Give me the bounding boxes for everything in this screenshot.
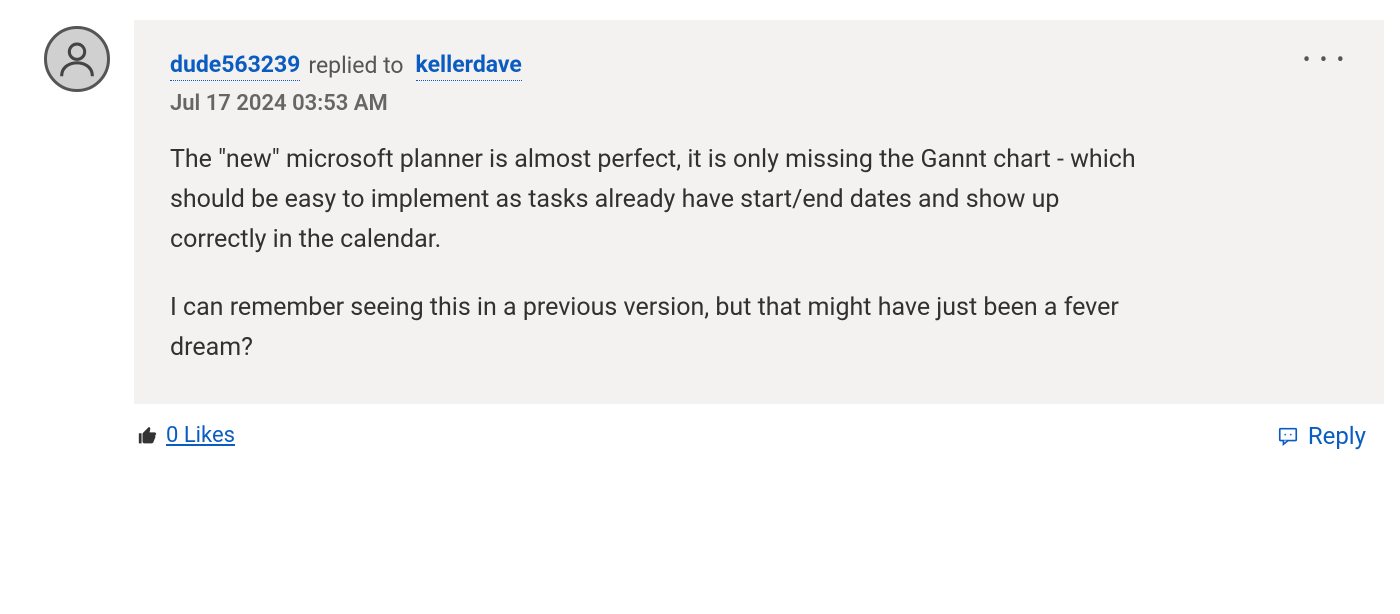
comment-footer: 0 Likes Reply	[134, 404, 1384, 454]
likes-group: 0 Likes	[136, 423, 235, 448]
more-menu-button[interactable]: • • •	[1299, 46, 1350, 76]
comment-container: • • • dude563239 replied to kellerdave J…	[16, 20, 1384, 454]
avatar-wrapper	[16, 20, 110, 92]
comment-paragraph: I can remember seeing this in a previous…	[170, 288, 1150, 368]
comment-body: • • • dude563239 replied to kellerdave J…	[134, 20, 1384, 404]
reply-label: Reply	[1308, 422, 1366, 450]
comment-paragraph: The "new" microsoft planner is almost pe…	[170, 140, 1150, 260]
reply-button[interactable]: Reply	[1276, 422, 1366, 450]
comment-text: The "new" microsoft planner is almost pe…	[170, 140, 1150, 368]
comment-header: dude563239 replied to kellerdave	[170, 50, 1348, 81]
timestamp: Jul 17 2024 03:53 AM	[170, 91, 1348, 116]
author-link[interactable]: dude563239	[170, 50, 300, 81]
comment-main: • • • dude563239 replied to kellerdave J…	[134, 20, 1384, 454]
person-icon	[54, 36, 100, 82]
reply-icon	[1276, 424, 1300, 448]
ellipsis-icon: • • •	[1303, 48, 1346, 73]
likes-link[interactable]: 0 Likes	[166, 423, 235, 448]
reply-target-link[interactable]: kellerdave	[416, 50, 522, 81]
avatar[interactable]	[44, 26, 110, 92]
thumb-up-icon[interactable]	[136, 424, 160, 448]
replied-to-label: replied to	[308, 51, 403, 81]
